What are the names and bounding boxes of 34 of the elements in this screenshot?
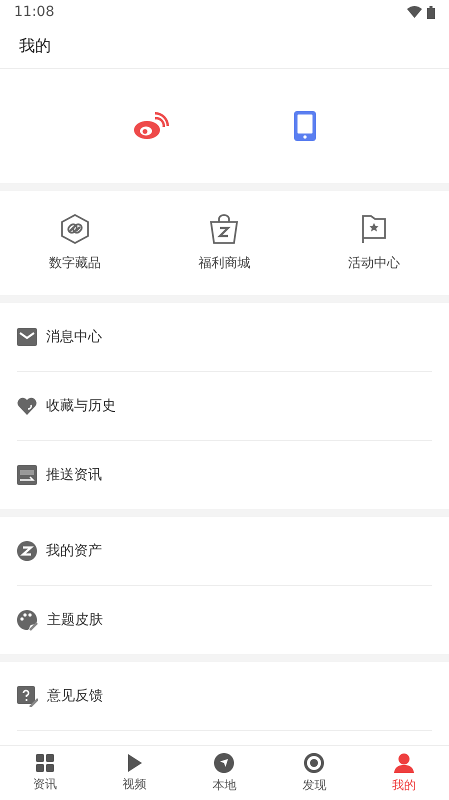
nav-tab[interactable]: 我的 bbox=[359, 746, 449, 800]
mail-icon bbox=[17, 328, 37, 346]
feedback-icon bbox=[17, 686, 38, 706]
menu-item[interactable]: 推送资讯 bbox=[46, 466, 102, 484]
phone-login-icon[interactable] bbox=[294, 111, 316, 141]
heart-icon bbox=[17, 397, 37, 415]
status-time: 11:08 bbox=[14, 4, 54, 20]
feature-label[interactable]: 数字藏品 bbox=[48, 254, 101, 272]
coin-icon bbox=[17, 541, 37, 561]
weibo-login-icon[interactable] bbox=[132, 111, 169, 141]
menu-item[interactable]: 意见反馈 bbox=[47, 687, 103, 705]
menu-item[interactable]: 收藏与历史 bbox=[46, 397, 116, 415]
target-icon bbox=[304, 752, 324, 772]
menu-item[interactable]: 消息中心 bbox=[46, 328, 102, 346]
nav-tab[interactable]: 发现 bbox=[269, 746, 360, 800]
nav-tab[interactable]: 资讯 bbox=[0, 746, 90, 800]
hexagon-link-icon[interactable] bbox=[60, 214, 89, 244]
palette-icon bbox=[17, 610, 38, 630]
star-flag-icon[interactable] bbox=[361, 214, 388, 244]
feature-label[interactable]: 福利商城 bbox=[198, 254, 250, 272]
nav-tab[interactable]: 本地 bbox=[180, 746, 270, 800]
menu-item[interactable]: 我的资产 bbox=[46, 542, 102, 560]
menu-item[interactable]: 主题皮肤 bbox=[47, 611, 103, 629]
push-icon bbox=[17, 465, 37, 485]
person-icon bbox=[394, 752, 414, 772]
grid-icon bbox=[36, 754, 54, 772]
nav-tab[interactable]: 视频 bbox=[90, 746, 180, 800]
page-title: 我的 bbox=[19, 36, 51, 56]
wifi-icon bbox=[407, 6, 422, 18]
battery-icon bbox=[427, 6, 435, 18]
shopping-bag-icon[interactable] bbox=[210, 214, 238, 244]
feature-label[interactable]: 活动中心 bbox=[348, 254, 400, 272]
play-icon bbox=[128, 754, 142, 772]
compass-icon bbox=[214, 752, 234, 772]
